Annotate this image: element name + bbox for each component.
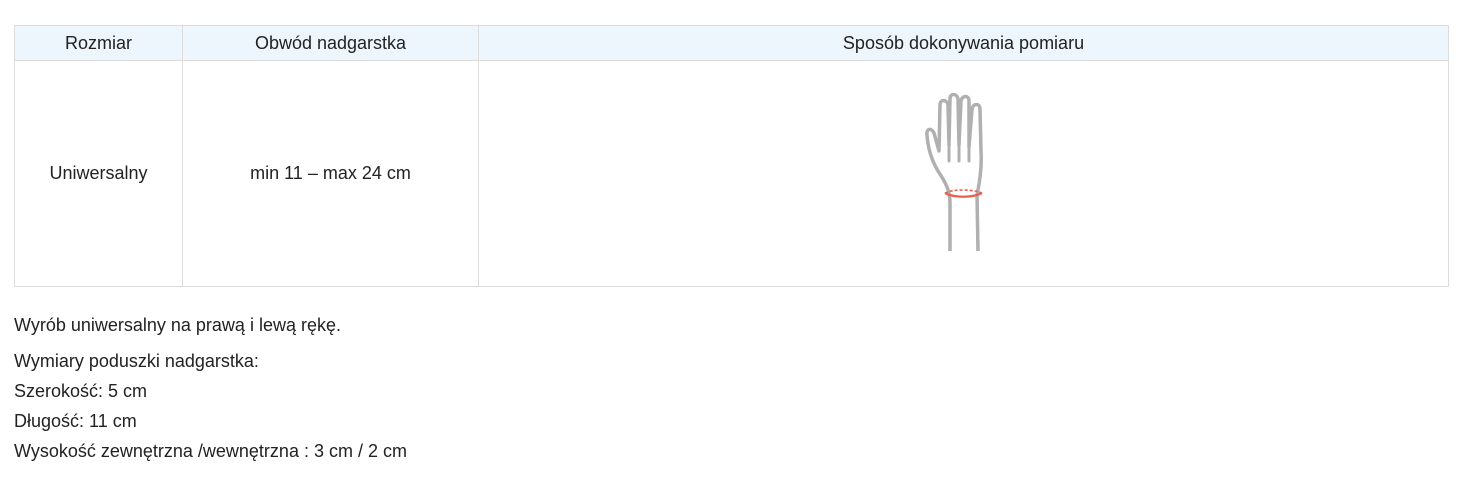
pad-height: Wysokość zewnętrzna /wewnętrzna : 3 cm /… (14, 441, 407, 461)
product-notes: Wyrób uniwersalny na prawą i lewą rękę. … (14, 310, 407, 466)
universal-note: Wyrób uniwersalny na prawą i lewą rękę. (14, 315, 341, 335)
cell-size: Uniwersalny (14, 60, 183, 287)
pad-width: Szerokość: 5 cm (14, 381, 148, 401)
cell-circumference: min 11 – max 24 cm (182, 60, 479, 287)
pad-length: Długość: 11 cm (14, 411, 137, 431)
header-circumference: Obwód nadgarstka (182, 25, 479, 61)
hand-wrist-measurement-icon (924, 91, 1004, 251)
header-method: Sposób dokonywania pomiaru (478, 25, 1449, 61)
pad-dimensions-heading: Wymiary poduszki nadgarstka: (14, 351, 259, 371)
table-header-row: Rozmiar Obwód nadgarstka Sposób dokonywa… (14, 25, 1449, 61)
size-table: Rozmiar Obwód nadgarstka Sposób dokonywa… (14, 25, 1449, 287)
cell-method (478, 60, 1449, 287)
header-size: Rozmiar (14, 25, 183, 61)
table-row: Uniwersalny min 11 – max 24 cm (14, 60, 1449, 287)
